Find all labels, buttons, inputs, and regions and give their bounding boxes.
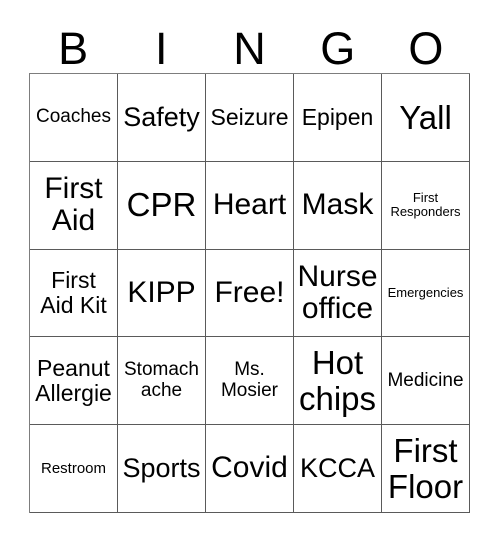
bingo-cell-b1[interactable]: Coaches (30, 74, 118, 162)
bingo-cell-b5[interactable]: Restroom (30, 425, 118, 513)
bingo-cell-label: Seizure (210, 103, 289, 130)
bingo-cell-label: Coaches (36, 106, 111, 128)
bingo-cell-n5[interactable]: Covid (206, 425, 294, 513)
bingo-cell-label: Hot chips (298, 344, 377, 417)
bingo-header-row: BINGO (29, 12, 470, 73)
bingo-cell-label: First Responders (390, 190, 461, 220)
bingo-cell-label: Peanut Allergie (35, 354, 112, 406)
bingo-cell-label: Free! (214, 275, 285, 309)
bingo-cell-label: Yall (399, 98, 452, 136)
bingo-cell-o2[interactable]: First Responders (382, 161, 470, 250)
bingo-header-letter-i: I (155, 23, 168, 74)
bingo-cell-label: Stomach ache (124, 359, 199, 401)
bingo-cell-label: Epipen (301, 103, 374, 130)
bingo-cell-i5[interactable]: Sports (118, 425, 206, 513)
bingo-cell-b2[interactable]: First Aid (30, 161, 118, 250)
bingo-cell-b4[interactable]: Peanut Allergie (30, 337, 118, 426)
bingo-cell-i2[interactable]: CPR (118, 161, 206, 250)
bingo-card: B I N G O Coaches Safety Seizure Epipen Yall Firs… (0, 0, 500, 544)
bingo-header-letter-b: B (58, 23, 89, 74)
bingo-cell-g5[interactable]: KCCA (294, 425, 382, 513)
bingo-cell-label: Emergencies (387, 284, 464, 300)
bingo-cell-label: Heart (212, 188, 287, 221)
bingo-cell-label: First Floor (387, 431, 464, 505)
bingo-cell-label: First Aid (44, 171, 103, 238)
bingo-cell-i4[interactable]: Stomach ache (118, 337, 206, 426)
bingo-cell-o3[interactable]: Emergencies (382, 249, 470, 338)
bingo-cell-label: Sports (122, 453, 201, 484)
bingo-cell-o5[interactable]: First Floor (382, 425, 470, 513)
bingo-grid: Coaches Safety Seizure Epipen Yall First Aid C… (29, 73, 470, 513)
bingo-cell-g2[interactable]: Mask (294, 161, 382, 250)
bingo-cell-label: First Aid Kit (40, 267, 107, 318)
bingo-cell-g1[interactable]: Epipen (294, 74, 382, 162)
bingo-cell-o1[interactable]: Yall (382, 74, 470, 162)
bingo-cell-label: Mask (301, 188, 374, 221)
bingo-cell-g4[interactable]: Hot chips (294, 337, 382, 426)
bingo-cell-n1[interactable]: Seizure (206, 74, 294, 162)
bingo-cell-n2[interactable]: Heart (206, 161, 294, 250)
bingo-cell-i1[interactable]: Safety (118, 74, 206, 162)
bingo-cell-label: Restroom (40, 459, 107, 477)
bingo-cell-label: Covid (211, 451, 288, 485)
bingo-header-letter-g: G (320, 23, 356, 74)
bingo-free-space[interactable]: Free! (206, 249, 294, 338)
bingo-cell-g3[interactable]: Nurse office (294, 249, 382, 338)
bingo-cell-label: Ms. Mosier (220, 359, 278, 401)
bingo-cell-label: KIPP (127, 275, 196, 309)
bingo-cell-label: Medicine (387, 369, 464, 391)
bingo-cell-label: Nurse office (297, 259, 378, 325)
bingo-cell-label: KCCA (299, 453, 375, 484)
bingo-cell-b3[interactable]: First Aid Kit (30, 249, 118, 338)
bingo-cell-label: Safety (123, 101, 200, 132)
bingo-header-letter-o: O (408, 23, 444, 74)
bingo-cell-n4[interactable]: Ms. Mosier (206, 337, 294, 426)
bingo-cell-i3[interactable]: KIPP (118, 249, 206, 338)
bingo-cell-o4[interactable]: Medicine (382, 337, 470, 426)
bingo-cell-label: CPR (126, 186, 197, 224)
bingo-header-letter-n: N (233, 23, 266, 74)
